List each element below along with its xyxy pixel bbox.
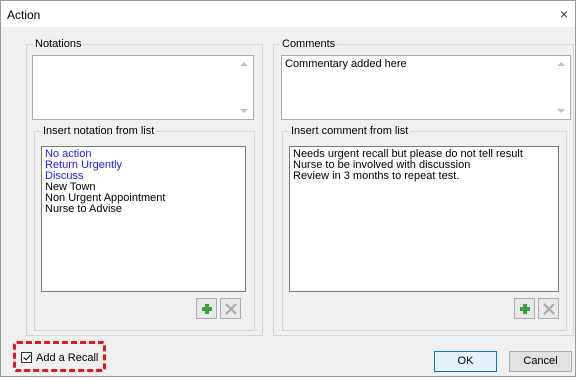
comments-value: Commentary added here xyxy=(285,58,407,70)
comments-group-label: Comments xyxy=(280,38,338,50)
title-bar: Action × xyxy=(1,1,575,27)
delete-icon xyxy=(543,303,555,315)
dialog-title: Action xyxy=(7,8,41,22)
insert-notation-label: Insert notation from list xyxy=(41,125,157,137)
scroll-down-icon[interactable] xyxy=(557,109,565,113)
notations-scrollbar[interactable] xyxy=(236,56,253,119)
list-item[interactable]: Review in 3 months to repeat test. xyxy=(293,171,555,182)
add-comment-button[interactable] xyxy=(514,298,535,319)
action-dialog: Action × Notations Insert notation from … xyxy=(0,0,576,377)
comment-listbox[interactable]: Needs urgent recall but please do not te… xyxy=(289,146,559,292)
ok-button[interactable]: OK xyxy=(434,351,497,372)
scroll-up-icon[interactable] xyxy=(557,62,565,66)
recall-highlight-annotation xyxy=(13,341,106,372)
comments-textarea[interactable]: Commentary added here xyxy=(281,55,571,120)
insert-comment-label: Insert comment from list xyxy=(289,125,411,137)
close-icon[interactable]: × xyxy=(553,1,575,27)
notation-listbox[interactable]: No action Return Urgently Discuss New Town N… xyxy=(41,146,246,292)
notations-textarea[interactable] xyxy=(32,55,254,120)
comments-scrollbar[interactable] xyxy=(553,56,570,119)
delete-icon xyxy=(225,303,237,315)
cancel-button[interactable]: Cancel xyxy=(509,351,572,372)
list-item[interactable]: Nurse to Advise xyxy=(45,204,242,215)
scroll-up-icon[interactable] xyxy=(240,62,248,66)
plus-icon xyxy=(202,304,212,314)
remove-notation-button[interactable] xyxy=(220,298,241,319)
add-notation-button[interactable] xyxy=(196,298,217,319)
remove-comment-button[interactable] xyxy=(538,298,559,319)
scroll-down-icon[interactable] xyxy=(240,109,248,113)
plus-icon xyxy=(520,304,530,314)
notations-group-label: Notations xyxy=(33,38,84,50)
